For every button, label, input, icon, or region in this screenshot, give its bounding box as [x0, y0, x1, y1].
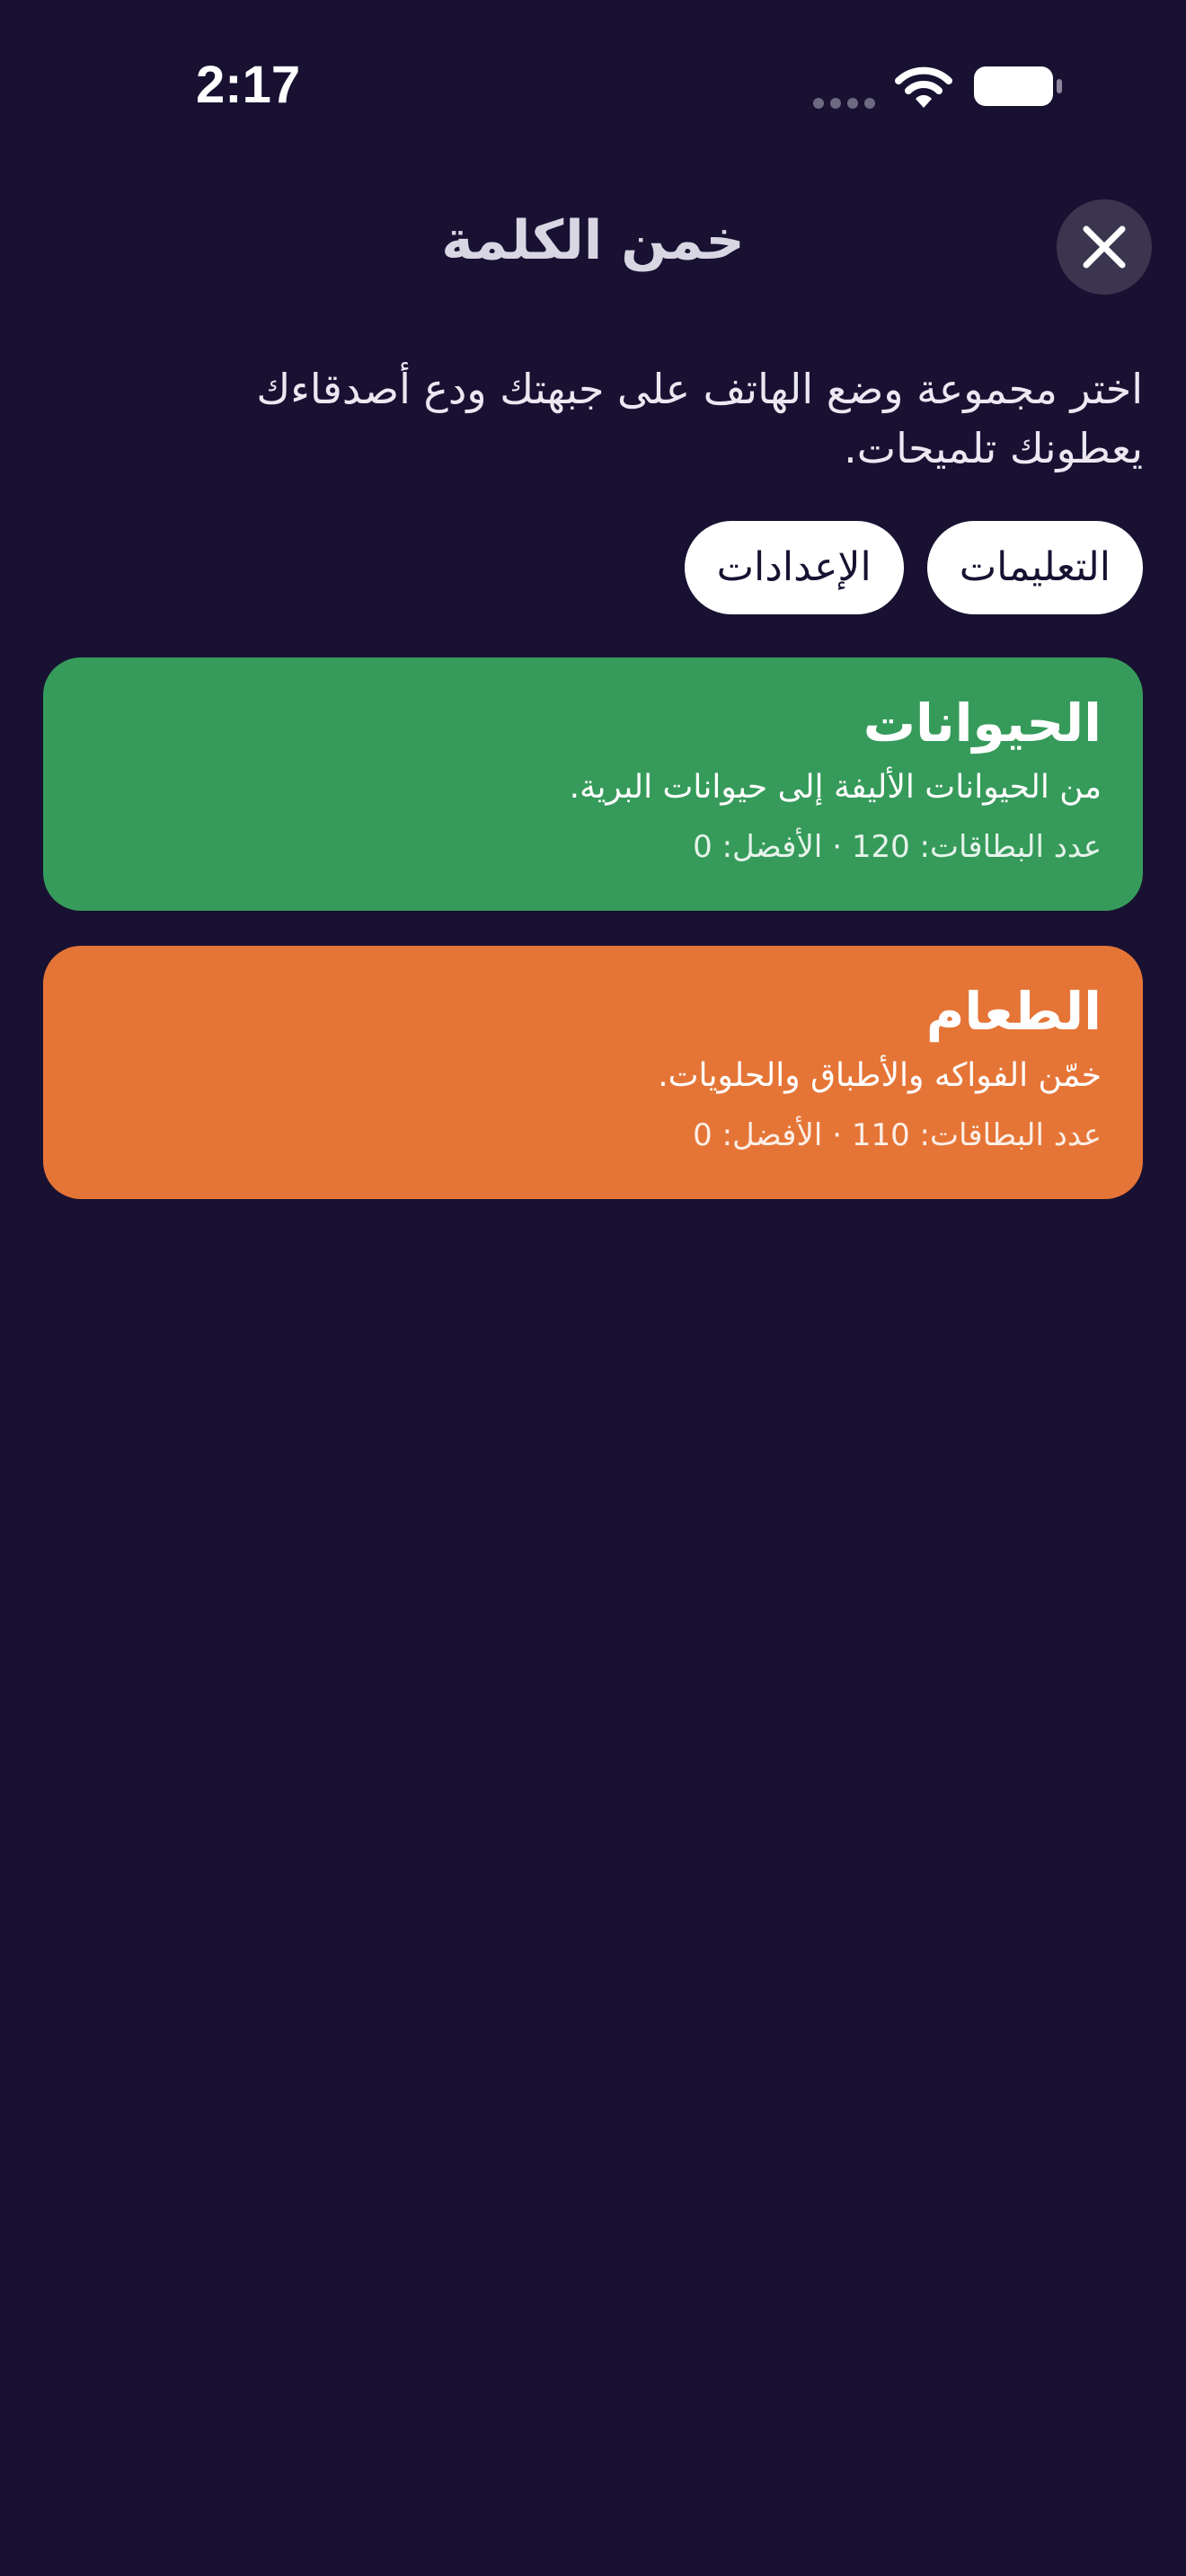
category-title: الطعام	[925, 981, 1102, 1042]
close-button[interactable]	[1057, 199, 1152, 295]
status-time: 2:17	[196, 56, 301, 114]
category-card-food[interactable]: الطعام خمّن الفواكه والأطباق والحلويات. …	[43, 946, 1143, 1199]
category-stats: عدد البطاقات: 120 · الأفضل: 0	[693, 829, 1102, 865]
signal-dots-icon	[813, 98, 875, 109]
action-buttons: التعليمات الإعدادات	[629, 521, 1143, 614]
wifi-icon	[895, 66, 952, 108]
status-bar: 2:17	[0, 0, 1186, 171]
category-title: الحيوانات	[863, 693, 1102, 754]
category-description: خمّن الفواكه والأطباق والحلويات.	[658, 1057, 1102, 1094]
category-description: من الحيوانات الأليفة إلى حيوانات البرية.	[569, 769, 1102, 806]
instructions-button[interactable]: التعليمات	[926, 521, 1143, 614]
settings-button[interactable]: الإعدادات	[684, 521, 904, 614]
category-stats: عدد البطاقات: 110 · الأفضل: 0	[693, 1117, 1102, 1153]
intro-text: اختر مجموعة وضع الهاتف على جبهتك ودع أصد…	[256, 365, 1143, 472]
battery-icon	[974, 66, 1062, 106]
category-card-animals[interactable]: الحيوانات من الحيوانات الأليفة إلى حيوان…	[43, 657, 1143, 911]
close-icon	[1083, 225, 1126, 269]
page-title: خمن الكلمة	[441, 209, 745, 272]
